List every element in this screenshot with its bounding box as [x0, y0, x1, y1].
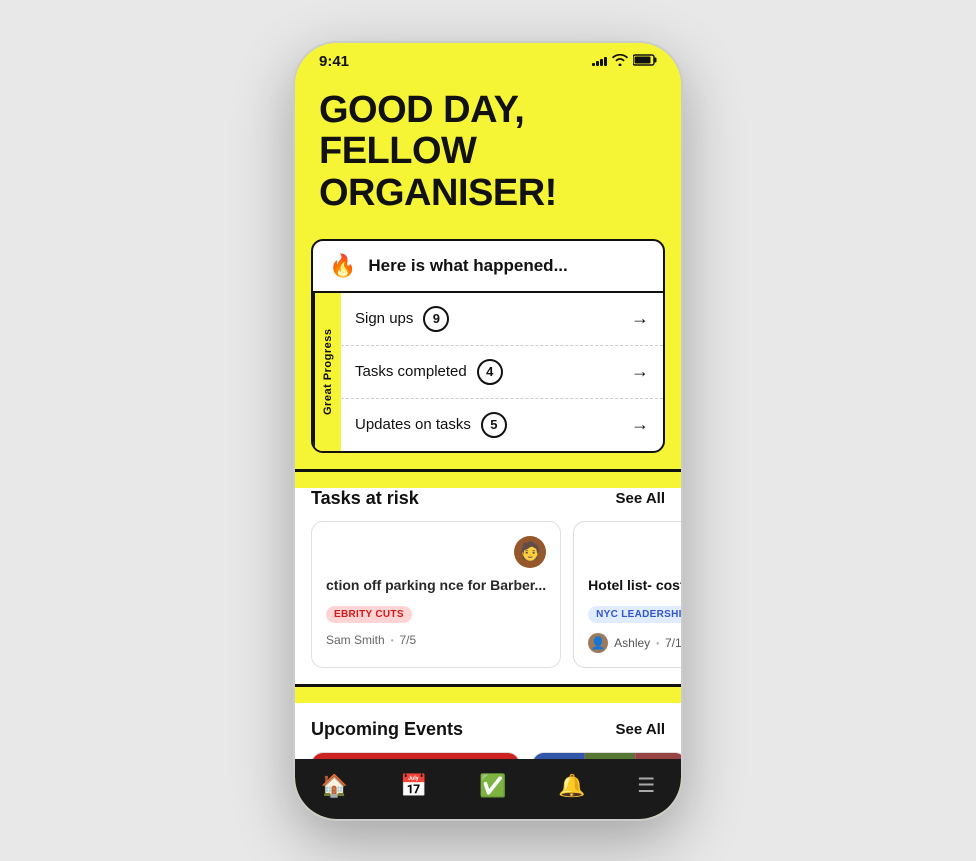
status-bar: 9:41 [295, 43, 681, 74]
tasks-completed-count: 4 [477, 359, 503, 385]
nav-calendar[interactable]: 📅 [388, 769, 439, 803]
tasks-completed-label: Tasks completed [355, 363, 467, 380]
nav-menu[interactable]: ☰ [625, 769, 667, 802]
bottom-nav: 🏠 📅 ✅ 🔔 ☰ [295, 759, 681, 819]
wifi-icon [612, 54, 628, 69]
events-scroll[interactable]: ❤️ Organisation Daily Stand up TEACHERS … [295, 752, 681, 758]
events-section: Upcoming Events See All ❤️ Organisation … [295, 703, 681, 758]
bell-icon: 🔔 [558, 773, 585, 799]
task-card-2[interactable]: 👤 Hotel list- cost per night, which hote… [573, 521, 681, 668]
side-label-container: Great Progress [313, 293, 341, 451]
scroll-content[interactable]: 🔥 Here is what happened... Great Progres… [295, 239, 681, 759]
task-title-2: Hotel list- cost per night, which hotel [588, 576, 681, 594]
calendar-icon: 📅 [400, 773, 427, 799]
happened-card: 🔥 Here is what happened... Great Progres… [311, 239, 665, 453]
happened-body: Great Progress Sign ups 9 → [313, 293, 663, 451]
greeting-line1: GOOD DAY, [319, 90, 657, 132]
tasks-icon: ✅ [479, 773, 506, 799]
tasks-see-all-button[interactable]: See All [616, 490, 665, 507]
signups-arrow-icon: → [631, 308, 649, 329]
task-date-1: 7/5 [400, 633, 417, 647]
task-date-2: 7/12 [665, 636, 681, 650]
task-assignee-2: Ashley [614, 636, 650, 650]
greeting-line2: FELLOW ORGANISER! [319, 131, 657, 215]
signal-icon [592, 57, 607, 66]
happened-header: 🔥 Here is what happened... [313, 241, 663, 293]
updates-arrow-icon: → [631, 414, 649, 435]
happened-rows: Sign ups 9 → Tasks completed 4 → [341, 293, 663, 451]
signups-label: Sign ups [355, 310, 413, 327]
events-section-title: Upcoming Events [311, 719, 463, 740]
status-icons [592, 54, 657, 69]
tasks-section: Tasks at risk See All 🧑 ction off parkin… [295, 488, 681, 684]
event-card-2[interactable]: TEACHERS PASTORS NURSES PARENTS YOU VOLU… [532, 752, 681, 758]
phone-screen: 9:41 [295, 43, 681, 819]
header-area: GOOD DAY, FELLOW ORGANISER! [295, 74, 681, 239]
home-icon: 🏠 [321, 773, 348, 799]
updates-label: Updates on tasks [355, 416, 471, 433]
events-header: Upcoming Events See All [295, 719, 681, 752]
happened-title: Here is what happened... [368, 256, 567, 276]
event-image-2: TEACHERS PASTORS NURSES PARENTS YOU VOLU… [533, 753, 681, 758]
task-meta-2: 👤 Ashley • 7/12 [588, 633, 681, 653]
event-card-1[interactable]: ❤️ Organisation Daily Stand up [311, 752, 520, 758]
nav-tasks[interactable]: ✅ [467, 769, 518, 803]
tasks-header: Tasks at risk See All [295, 488, 681, 521]
updates-row[interactable]: Updates on tasks 5 → [341, 399, 663, 451]
signups-count: 9 [423, 306, 449, 332]
task-title-1: ction off parking nce for Barber... [326, 576, 546, 594]
tasks-section-title: Tasks at risk [311, 488, 419, 509]
task-avatar-1: 🧑 [514, 536, 546, 568]
menu-icon: ☰ [637, 773, 655, 798]
fire-icon: 🔥 [329, 253, 356, 279]
tasks-scroll[interactable]: 🧑 ction off parking nce for Barber... EB… [295, 521, 681, 684]
side-label: Great Progress [322, 329, 334, 415]
task-card-1[interactable]: 🧑 ction off parking nce for Barber... EB… [311, 521, 561, 668]
nav-home[interactable]: 🏠 [309, 769, 360, 803]
events-see-all-button[interactable]: See All [616, 721, 665, 738]
greeting-text: GOOD DAY, FELLOW ORGANISER! [319, 90, 657, 215]
battery-icon [633, 54, 657, 69]
task-meta-1: Sam Smith • 7/5 [326, 633, 546, 647]
nav-notifications[interactable]: 🔔 [546, 769, 597, 803]
task-tag-1: EBRITY CUTS [326, 606, 412, 623]
tasks-completed-row[interactable]: Tasks completed 4 → [341, 346, 663, 399]
updates-count: 5 [481, 412, 507, 438]
tasks-completed-arrow-icon: → [631, 361, 649, 382]
task-tag-2: NYC LEADERSHIP SUMMIT [588, 606, 681, 623]
status-time: 9:41 [319, 53, 349, 70]
phone-frame: 9:41 [293, 41, 683, 821]
events-divider [295, 684, 681, 687]
task-meta-avatar-2: 👤 [588, 633, 608, 653]
tasks-divider [295, 469, 681, 472]
signups-row[interactable]: Sign ups 9 → [341, 293, 663, 346]
task-assignee-1: Sam Smith [326, 633, 385, 647]
